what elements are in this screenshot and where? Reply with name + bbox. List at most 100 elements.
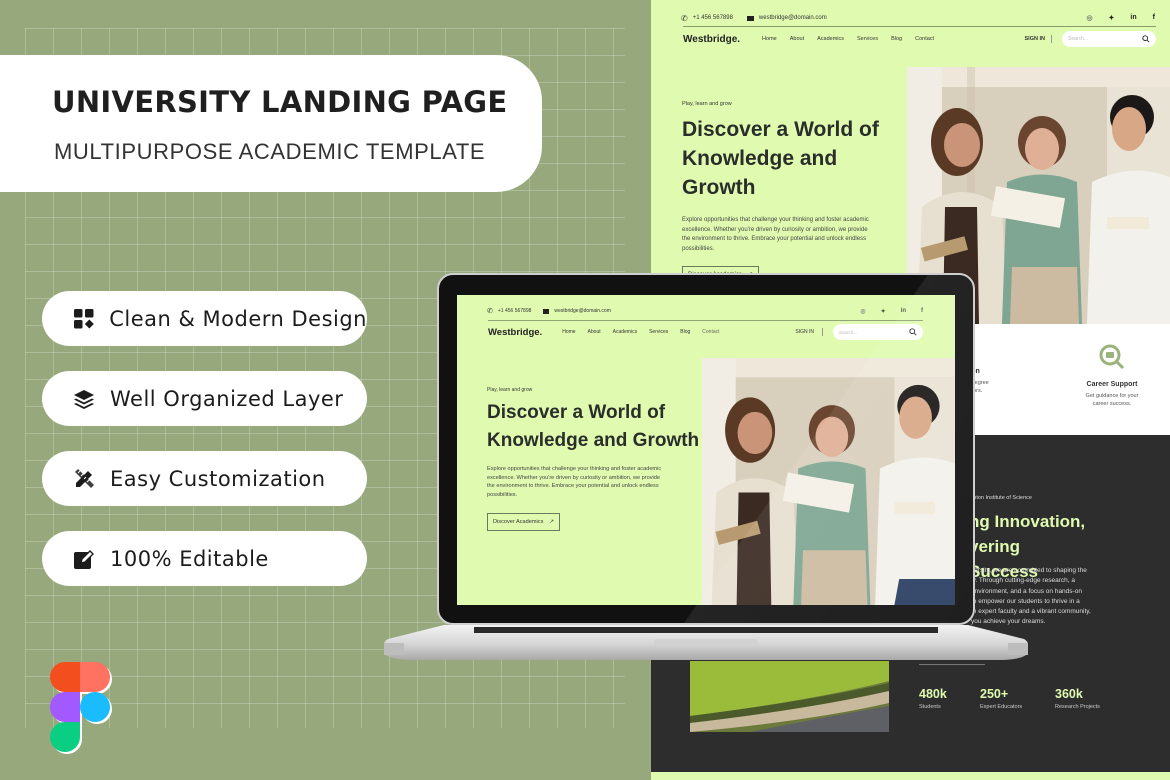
hero-title: Discover a World of Knowledge and Growth bbox=[682, 118, 879, 199]
figma-logo bbox=[50, 662, 114, 754]
sign-in-link[interactable]: SIGN IN bbox=[795, 329, 814, 335]
instagram-icon[interactable]: ◎ bbox=[860, 308, 865, 315]
nav-contact[interactable]: Contact bbox=[702, 329, 719, 335]
about-line: versity, we are committed to shaping the bbox=[971, 567, 1087, 574]
mail-icon bbox=[543, 308, 550, 314]
nav-blog[interactable]: Blog bbox=[891, 36, 902, 42]
stat-research: 360k Research Projects bbox=[1055, 687, 1100, 710]
cta-label: Discover Academics bbox=[493, 519, 544, 526]
laptop-screen: ✆ +1 456 567898 westbridge@domain.com ◎ … bbox=[457, 295, 955, 605]
nav-services[interactable]: Services bbox=[857, 36, 878, 42]
phone-icon: ✆ bbox=[487, 308, 493, 315]
divider bbox=[1051, 35, 1052, 43]
search-placeholder: Search... bbox=[1068, 36, 1089, 42]
feature-label: Well Organized Layer bbox=[110, 386, 344, 411]
career-search-icon bbox=[1099, 344, 1125, 370]
laptop-mockup: ✆ +1 456 567898 westbridge@domain.com ◎ … bbox=[437, 273, 975, 625]
promo-title: UNIVERSITY LANDING PAGE bbox=[52, 85, 508, 119]
feature-label: 100% Editable bbox=[110, 546, 269, 571]
search-icon bbox=[909, 328, 917, 336]
facebook-icon[interactable]: f bbox=[921, 308, 923, 315]
campus-photo bbox=[690, 661, 889, 732]
stat-educators: 250+ Expert Educators bbox=[980, 687, 1022, 710]
search-input[interactable]: Search... bbox=[833, 324, 923, 340]
about-line: to empower our students to thrive in a bbox=[971, 597, 1080, 605]
social-links: ◎ ✦ in f bbox=[1086, 14, 1155, 22]
feature-pill-customization: Easy Customization bbox=[42, 451, 367, 506]
feature-label: Clean & Modern Design bbox=[109, 306, 367, 331]
about-button[interactable] bbox=[919, 661, 985, 665]
top-contact-bar: ✆ +1 456 567898 westbridge@domain.com ◎ … bbox=[681, 10, 1155, 26]
top-contact-bar: ✆ +1 456 567898 westbridge@domain.com ◎ … bbox=[487, 305, 923, 317]
stat-label: Students bbox=[919, 704, 941, 710]
card-desc: career success. bbox=[1092, 401, 1132, 407]
card-title: Career Support bbox=[1086, 381, 1138, 388]
nav-home[interactable]: Home bbox=[762, 36, 777, 42]
laptop-base bbox=[384, 625, 1028, 661]
hero-kicker: Play, learn and grow bbox=[487, 387, 533, 393]
hero-description: Explore opportunities that challenge you… bbox=[487, 466, 662, 498]
stat-value: 360k bbox=[1055, 687, 1083, 701]
linkedin-icon[interactable]: in bbox=[1130, 14, 1136, 22]
grid-shapes-icon bbox=[72, 307, 95, 331]
nav-academics[interactable]: Academics bbox=[817, 36, 844, 42]
stat-value: 480k bbox=[919, 687, 947, 701]
email-address: westbridge@domain.com bbox=[758, 15, 827, 21]
promo-subtitle: MULTIPURPOSE ACADEMIC TEMPLATE bbox=[54, 139, 486, 164]
hero-section: Play, learn and grow Discover a World of… bbox=[682, 68, 907, 283]
feature-pill-editable: 100% Editable bbox=[42, 531, 367, 586]
hero-students-photo bbox=[702, 358, 955, 605]
external-link-icon: ↗ bbox=[549, 519, 555, 526]
sign-in-link[interactable]: SIGN IN bbox=[1025, 36, 1045, 42]
stat-label: Research Projects bbox=[1055, 704, 1100, 710]
discover-academics-button[interactable]: Discover Academics ↗ bbox=[487, 513, 561, 532]
feature-pill-organized-layer: Well Organized Layer bbox=[42, 371, 367, 426]
phone-number: +1 456 567898 bbox=[497, 308, 532, 314]
hero-title: Discover a World of Knowledge and Growth bbox=[487, 402, 700, 451]
nav-about[interactable]: About bbox=[588, 329, 601, 335]
about-line: environment, and a focus on hands-on bbox=[971, 587, 1082, 595]
email-address: westbridge@domain.com bbox=[554, 308, 611, 314]
card-desc: Get guidance for your bbox=[1085, 393, 1139, 399]
edit-square-icon bbox=[72, 547, 96, 571]
institute-name: ighton Institute of Science bbox=[969, 495, 1032, 501]
feature-card-career-support: Career Support Get guidance for your care… bbox=[1062, 344, 1162, 408]
email-contact[interactable]: westbridge@domain.com bbox=[746, 15, 827, 21]
hero-kicker: Play, learn and grow bbox=[682, 101, 732, 107]
layers-icon bbox=[72, 387, 96, 411]
hero-section: Play, learn and grow Discover a World of… bbox=[487, 387, 702, 532]
email-contact[interactable]: westbridge@domain.com bbox=[543, 308, 611, 314]
phone-icon: ✆ bbox=[681, 13, 688, 23]
phone-contact[interactable]: ✆ +1 456 567898 bbox=[681, 14, 733, 23]
search-input[interactable]: Search... bbox=[1062, 31, 1156, 47]
stat-students: 480k Students bbox=[919, 687, 947, 710]
nav-blog[interactable]: Blog bbox=[680, 329, 690, 335]
about-line: w. Through cutting-edge research, a bbox=[971, 577, 1075, 585]
about-line: th expert faculty and a vibrant communit… bbox=[971, 608, 1091, 616]
instagram-icon[interactable]: ◎ bbox=[1086, 14, 1092, 22]
mail-icon bbox=[746, 15, 754, 21]
phone-contact[interactable]: ✆ +1 456 567898 bbox=[487, 307, 531, 315]
linkedin-icon[interactable]: in bbox=[901, 308, 906, 315]
nav-about[interactable]: About bbox=[790, 36, 804, 42]
pencil-ruler-icon bbox=[72, 467, 96, 491]
twitter-icon[interactable]: ✦ bbox=[1109, 14, 1115, 22]
facebook-icon[interactable]: f bbox=[1153, 14, 1155, 22]
nav-academics[interactable]: Academics bbox=[613, 329, 637, 335]
search-placeholder: Search... bbox=[839, 329, 858, 335]
main-nav: Westbridge. Home About Academics Service… bbox=[488, 323, 923, 341]
feature-label: Easy Customization bbox=[110, 466, 326, 491]
nav-contact[interactable]: Contact bbox=[915, 36, 934, 42]
nav-services[interactable]: Services bbox=[649, 329, 668, 335]
brand-logo[interactable]: Westbridge. bbox=[488, 327, 542, 338]
twitter-icon[interactable]: ✦ bbox=[881, 308, 886, 315]
title-card: UNIVERSITY LANDING PAGE MULTIPURPOSE ACA… bbox=[0, 55, 542, 192]
divider bbox=[488, 320, 923, 321]
nav-home[interactable]: Home bbox=[562, 329, 575, 335]
feature-pill-clean-design: Clean & Modern Design bbox=[42, 291, 367, 346]
divider bbox=[822, 328, 823, 336]
main-nav: Westbridge. Home About Academics Service… bbox=[683, 30, 1156, 48]
hero-description: Explore opportunities that challenge you… bbox=[682, 217, 869, 252]
divider bbox=[683, 26, 1156, 27]
brand-logo[interactable]: Westbridge. bbox=[683, 34, 740, 45]
